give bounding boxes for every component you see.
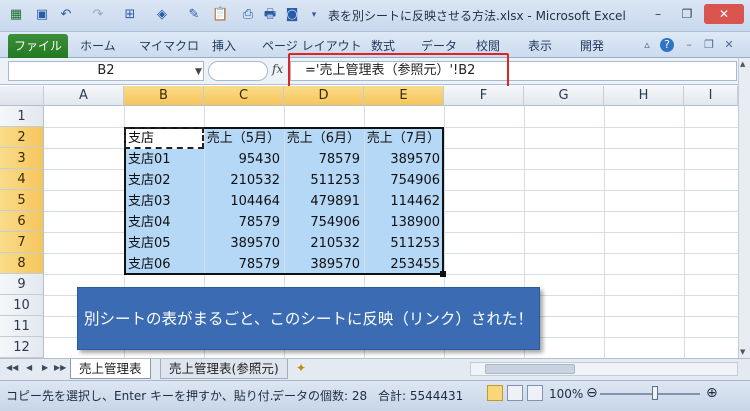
column-header-d[interactable]: D <box>284 86 364 106</box>
column-header-e[interactable]: E <box>364 86 444 106</box>
row-header-11[interactable]: 11 <box>0 316 44 337</box>
column-header-h[interactable]: H <box>604 86 684 106</box>
tab-view[interactable]: 表示 <box>528 36 552 56</box>
print-preview-icon[interactable]: ⎙ <box>240 7 256 23</box>
tab-home[interactable]: ホーム <box>80 36 116 56</box>
vertical-scrollbar[interactable]: ▲ ▼ <box>738 58 750 358</box>
row-header-3[interactable]: 3 <box>0 148 44 169</box>
undo-icon[interactable]: ↶ <box>58 7 74 23</box>
workbook-restore-icon[interactable]: ❐ <box>702 38 716 52</box>
copy-marquee <box>124 127 204 149</box>
select-all-corner[interactable] <box>0 86 44 106</box>
row-header-9[interactable]: 9 <box>0 274 44 295</box>
border-icon[interactable]: ⊞ <box>122 7 138 23</box>
horizontal-scroll-thumb[interactable] <box>485 364 575 374</box>
customize-toolbar-icon[interactable]: ▾ <box>306 7 322 23</box>
horizontal-scrollbar[interactable] <box>470 362 738 376</box>
column-header-c[interactable]: C <box>204 86 284 106</box>
zoom-slider[interactable] <box>600 393 700 395</box>
format-painter-icon[interactable]: ✎ <box>186 7 202 23</box>
tab-my-macro[interactable]: マイマクロ <box>139 36 199 56</box>
paste-icon[interactable]: 📋 <box>212 7 228 23</box>
row-header-8[interactable]: 8 <box>0 253 44 274</box>
page-layout-view-icon[interactable] <box>507 385 523 401</box>
tab-insert[interactable]: 挿入 <box>212 36 236 56</box>
save-icon[interactable]: ▣ <box>34 7 50 23</box>
workbook-minimize-icon[interactable]: – <box>682 38 696 52</box>
previous-sheet-icon[interactable]: ◀ <box>26 363 32 372</box>
sheet-tab-sales[interactable]: 売上管理表 <box>70 359 151 379</box>
status-message: コピー先を選択し、Enter キーを押すか、貼り付... <box>6 389 282 403</box>
title-bar: ▦ ▣ ↶ ↷ ⊞ ◈ ✎ 📋 ⎙ 🖶 ◙ ▾ 表を別シートに反映させる方法.x… <box>0 0 750 32</box>
scroll-down-icon[interactable]: ▼ <box>740 348 745 356</box>
fill-color-icon[interactable]: ◈ <box>154 7 170 23</box>
camera-icon[interactable]: ◙ <box>284 7 300 23</box>
sheet-tab-bar: ◀◀ ◀ ▶ ▶▶ 売上管理表 売上管理表(参照元) ✦ <box>0 358 750 380</box>
scroll-up-icon[interactable]: ▲ <box>740 60 745 68</box>
column-header-a[interactable]: A <box>44 86 124 106</box>
fill-handle[interactable] <box>440 271 446 277</box>
row-header-5[interactable]: 5 <box>0 190 44 211</box>
excel-app-icon[interactable]: ▦ <box>8 7 24 23</box>
insert-function-icon[interactable]: fx <box>272 62 283 76</box>
formula-bar-divider[interactable] <box>208 61 268 81</box>
column-header-f[interactable]: F <box>444 86 524 106</box>
print-icon[interactable]: 🖶 <box>262 7 278 23</box>
row-header-12[interactable]: 12 <box>0 337 44 358</box>
selection-range-border <box>124 127 444 275</box>
tab-file[interactable]: ファイル <box>8 34 68 58</box>
annotation-callout: 別シートの表がまるごと、このシートに反映（リンク）された！ <box>77 287 540 350</box>
sheet-tab-sales-source[interactable]: 売上管理表(参照元) <box>160 359 288 379</box>
column-header-g[interactable]: G <box>524 86 604 106</box>
row-header-7[interactable]: 7 <box>0 232 44 253</box>
row-header-1[interactable]: 1 <box>0 106 44 127</box>
insert-sheet-icon[interactable]: ✦ <box>296 361 306 375</box>
restore-button[interactable]: ❐ <box>674 4 700 24</box>
row-header-10[interactable]: 10 <box>0 295 44 316</box>
workbook-close-icon[interactable]: ✕ <box>722 38 736 52</box>
zoom-slider-thumb[interactable] <box>652 386 658 400</box>
name-box[interactable]: B2 ▼ <box>8 61 204 81</box>
row-header-4[interactable]: 4 <box>0 169 44 190</box>
minimize-ribbon-icon[interactable]: ▵ <box>640 38 654 52</box>
row-header-2[interactable]: 2 <box>0 127 44 148</box>
last-sheet-icon[interactable]: ▶▶ <box>54 363 66 372</box>
close-button[interactable]: ✕ <box>704 4 744 24</box>
next-sheet-icon[interactable]: ▶ <box>42 363 48 372</box>
name-box-value: B2 <box>97 63 115 78</box>
minimize-button[interactable]: – <box>645 4 671 24</box>
zoom-level[interactable]: 100% <box>549 387 583 401</box>
chevron-down-icon[interactable]: ▼ <box>195 63 202 81</box>
zoom-out-icon[interactable]: ⊖ <box>586 385 598 401</box>
column-header-i[interactable]: I <box>684 86 738 106</box>
status-sum: 合計: 5544431 <box>378 389 464 403</box>
zoom-in-icon[interactable]: ⊕ <box>706 385 718 401</box>
row-header-6[interactable]: 6 <box>0 211 44 232</box>
page-break-view-icon[interactable] <box>527 385 543 401</box>
redo-icon[interactable]: ↷ <box>90 7 106 23</box>
normal-view-icon[interactable] <box>487 385 503 401</box>
tab-developer[interactable]: 開発 <box>580 36 604 56</box>
window-title: 表を別シートに反映させる方法.xlsx - Microsoft Excel <box>328 9 626 23</box>
help-icon[interactable]: ? <box>660 38 674 52</box>
first-sheet-icon[interactable]: ◀◀ <box>6 363 18 372</box>
column-header-b[interactable]: B <box>124 86 204 106</box>
status-count: データの個数: 28 <box>272 389 368 403</box>
status-bar: コピー先を選択し、Enter キーを押すか、貼り付... データの個数: 28 … <box>0 380 750 411</box>
